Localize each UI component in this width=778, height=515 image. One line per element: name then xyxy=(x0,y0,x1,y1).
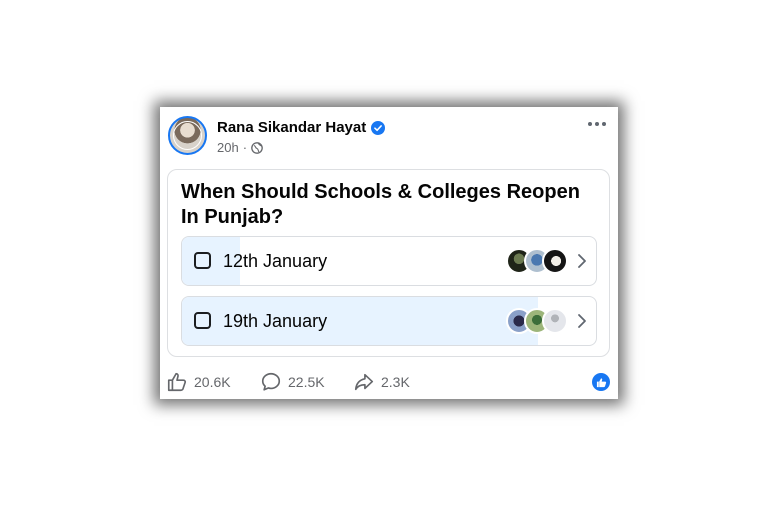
poll-option-label: 12th January xyxy=(223,251,328,271)
verified-badge-icon xyxy=(371,120,386,135)
post-time[interactable]: 20h xyxy=(217,140,239,155)
thumbs-up-icon xyxy=(596,377,606,387)
more-options-icon[interactable] xyxy=(586,117,608,131)
meta-separator: · xyxy=(242,140,248,155)
comment-bubble-icon xyxy=(261,372,281,391)
globe-icon xyxy=(251,141,263,154)
poll-option-1[interactable]: 12th January xyxy=(181,236,597,286)
like-button[interactable]: 20.6K xyxy=(166,371,231,393)
author-avatar[interactable] xyxy=(168,116,207,155)
voter-avatars[interactable] xyxy=(506,308,568,334)
voter-avatars[interactable] xyxy=(506,248,568,274)
post-meta: 20h · xyxy=(217,140,263,155)
post-card: Rana Sikandar Hayat 20h · When Should Sc… xyxy=(160,107,618,399)
share-button[interactable]: 2.3K xyxy=(353,371,410,393)
share-count: 2.3K xyxy=(381,374,410,390)
poll-checkbox[interactable] xyxy=(194,312,211,329)
chevron-right-icon[interactable] xyxy=(577,253,587,269)
reaction-like-icon[interactable] xyxy=(592,373,610,391)
poll-option-2[interactable]: 19th January xyxy=(181,296,597,346)
poll-option-label: 19th January xyxy=(223,311,328,331)
author-row: Rana Sikandar Hayat xyxy=(217,119,386,136)
like-count: 20.6K xyxy=(194,374,231,390)
voter-avatar xyxy=(542,248,568,274)
comment-count: 22.5K xyxy=(288,374,325,390)
comment-button[interactable]: 22.5K xyxy=(260,371,325,393)
post-actions: 20.6K 22.5K 2.3K xyxy=(166,371,612,393)
share-arrow-icon xyxy=(354,373,374,391)
voter-avatar xyxy=(542,308,568,334)
thumbs-up-icon xyxy=(167,372,187,392)
poll-container: When Should Schools & Colleges Reopen In… xyxy=(167,169,610,357)
poll-checkbox[interactable] xyxy=(194,252,211,269)
poll-question: When Should Schools & Colleges Reopen In… xyxy=(181,181,580,228)
author-name[interactable]: Rana Sikandar Hayat xyxy=(217,119,366,136)
chevron-right-icon[interactable] xyxy=(577,313,587,329)
